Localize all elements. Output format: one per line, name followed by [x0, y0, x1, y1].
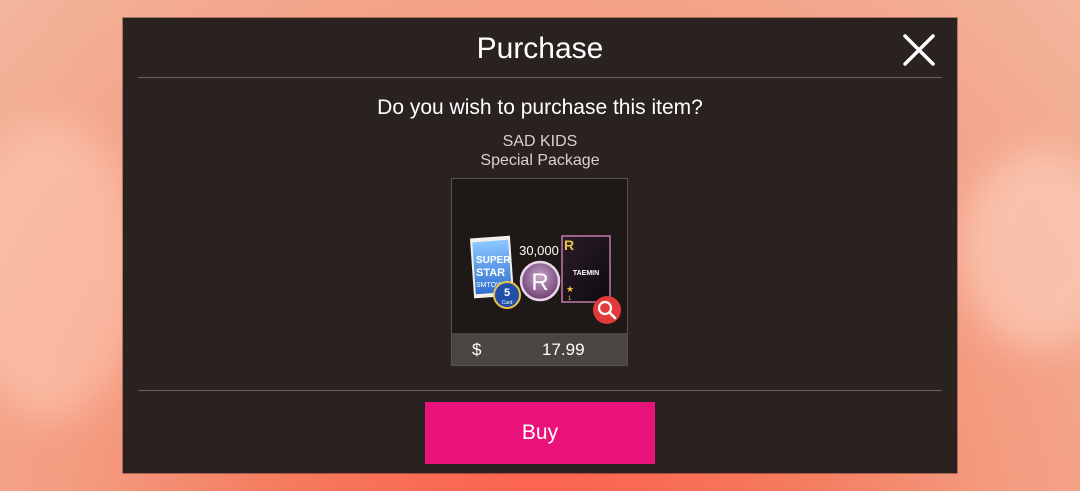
price-bar: $ 17.99 [452, 333, 627, 365]
purchase-dialog: Purchase Do you wish to purchase this it… [123, 18, 957, 473]
album-line2: STAR [476, 267, 505, 279]
item-name-line1: SAD KIDS [502, 133, 578, 150]
coin-amount: 30,000 [519, 243, 559, 258]
coin-icon: 30,000 R [519, 243, 561, 302]
dialog-title: Purchase [476, 32, 604, 65]
zoom-button[interactable] [593, 296, 621, 324]
close-icon[interactable] [901, 32, 937, 68]
buy-button[interactable]: Buy [425, 402, 655, 464]
card-word: Card [502, 300, 513, 306]
artist-card-icon: R TAEMIN ★ 1 [561, 235, 611, 303]
album-line1: SUPER [476, 255, 511, 266]
footer-divider [138, 390, 942, 391]
header-divider [138, 77, 942, 78]
background-glow [0, 120, 140, 420]
item-card[interactable]: SUPER STAR SMTOWN 5 Card 30,000 R R TAEM… [451, 178, 628, 366]
background-glow [960, 150, 1080, 350]
confirm-question: Do you wish to purchase this item? [377, 96, 703, 119]
card-rank: R [564, 237, 574, 253]
item-name-line2: Special Package [480, 152, 600, 169]
price-value: 17.99 [542, 340, 585, 359]
svg-text:★: ★ [566, 284, 574, 294]
coin-letter: R [531, 269, 548, 296]
magnifier-icon [597, 300, 617, 320]
card-count: 5 [504, 287, 510, 299]
card-artist: TAEMIN [573, 270, 599, 277]
item-name: SAD KIDS Special Package [123, 132, 957, 170]
card-count-badge: 5 Card [493, 281, 521, 309]
currency-symbol: $ [472, 340, 482, 359]
